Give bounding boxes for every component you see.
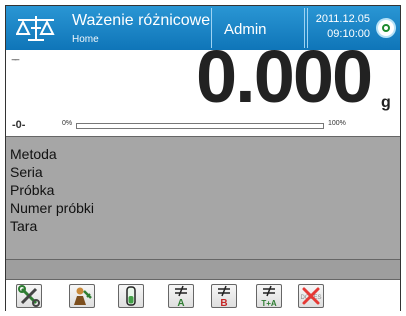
tare-a-icon: A [175, 285, 187, 307]
cancel-doses-icon: DOSES [300, 287, 322, 305]
info-row-series: Seria [10, 164, 43, 180]
tare-t-plus-a-button[interactable]: T+A [256, 284, 282, 308]
tare-b-icon: B [218, 285, 230, 307]
date-text: 2011.12.05 [315, 13, 370, 25]
info-row-sample: Próbka [10, 182, 55, 198]
progress-max-label: 100% [328, 120, 346, 127]
bottom-toolbar: A B T+A DOSES [6, 280, 400, 312]
progress-min-label: 0% [62, 120, 73, 127]
info-panel: Metoda Seria Próbka Numer próbki Tara [6, 136, 400, 260]
balance-logo-icon [16, 16, 55, 41]
info-footer [6, 260, 400, 280]
weight-panel: ‾‾ -0- 0% 100% 0.000 g [6, 40, 400, 134]
tare-t-plus-a-icon: T+A [261, 285, 277, 307]
window-title: Ważenie różnicowe [72, 12, 211, 29]
sample-tube-icon [126, 286, 136, 306]
sample-tube-button[interactable] [118, 284, 144, 308]
cancel-doses-button[interactable]: DOSES [298, 284, 324, 308]
breadcrumb[interactable]: Home [72, 34, 99, 45]
weight-value: 0.000 [196, 35, 373, 118]
user-access-icon [74, 287, 92, 305]
settings-tools-icon [18, 285, 40, 307]
scale-display: Ważenie różnicowe Home Admin 2011.12.05 … [5, 5, 401, 312]
weight-unit[interactable]: g [381, 94, 391, 112]
capacity-bar [76, 123, 324, 129]
tare-a-label: A [177, 298, 184, 307]
info-row-sample-number: Numer próbki [10, 200, 95, 216]
tare-t-plus-a-label: T+A [261, 299, 277, 307]
settings-tools-button[interactable] [16, 284, 42, 308]
info-row-method: Metoda [10, 146, 57, 162]
user-access-button[interactable] [69, 284, 95, 308]
info-row-tare: Tara [10, 218, 38, 234]
stability-indicator: ‾‾ [12, 58, 19, 72]
tare-a-button[interactable]: A [168, 284, 194, 308]
status-ok-icon[interactable] [376, 18, 396, 38]
tare-b-label: B [220, 298, 227, 307]
tare-b-button[interactable]: B [211, 284, 237, 308]
zero-indicator: -0- [12, 119, 26, 131]
